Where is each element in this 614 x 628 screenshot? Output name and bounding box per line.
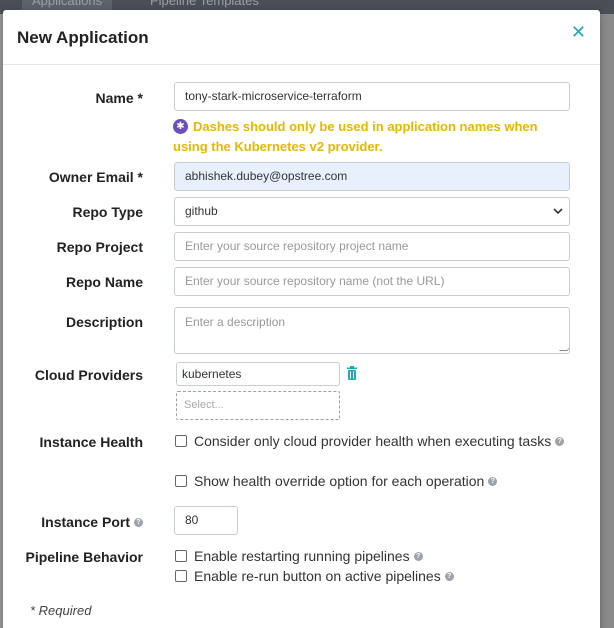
- restart-pipelines-checkbox[interactable]: [175, 550, 187, 562]
- name-warning: Dashes should only be used in applicatio…: [173, 117, 573, 157]
- health-cloud-provider-checkbox[interactable]: [175, 435, 187, 447]
- backdrop-right: [600, 14, 614, 628]
- health-override-option: Show health override option for each ope…: [194, 473, 498, 489]
- description-label: Description: [65, 314, 143, 330]
- description-placeholder: Enter a description: [185, 315, 286, 329]
- cloud-providers-label: Cloud Providers: [34, 367, 143, 383]
- health-cloud-provider-label: Consider only cloud provider health when…: [194, 433, 552, 449]
- cloud-provider-kubernetes[interactable]: kubernetes: [176, 362, 340, 386]
- chevron-down-icon: [553, 208, 563, 215]
- restart-pipelines-option: Enable restarting running pipelines?: [194, 548, 423, 564]
- instance-port-input[interactable]: 80: [174, 506, 238, 535]
- description-textarea[interactable]: Enter a description: [174, 307, 570, 354]
- restart-pipelines-label: Enable restarting running pipelines: [194, 548, 410, 564]
- instance-port-label: Instance Port?: [3, 514, 143, 530]
- tab-applications: Applications: [22, 0, 113, 10]
- rerun-button-checkbox[interactable]: [175, 570, 187, 582]
- health-override-checkbox[interactable]: [175, 475, 187, 487]
- pipeline-behavior-label: Pipeline Behavior: [25, 549, 143, 565]
- health-override-label: Show health override option for each ope…: [194, 473, 485, 489]
- instance-port-label-text: Instance Port: [41, 514, 130, 530]
- trash-icon[interactable]: [346, 366, 358, 380]
- new-application-modal: New Application ✕ Name * tony-stark-micr…: [3, 10, 600, 628]
- repo-project-input[interactable]: Enter your source repository project nam…: [174, 232, 570, 261]
- health-cloud-provider-option: Consider only cloud provider health when…: [194, 433, 565, 449]
- resize-handle-icon[interactable]: [559, 343, 569, 351]
- owner-email-input[interactable]: abhishek.dubey@opstree.com: [174, 162, 570, 191]
- kubernetes-icon: [173, 119, 188, 134]
- owner-email-label: Owner Email *: [48, 169, 143, 185]
- help-icon[interactable]: ?: [555, 436, 565, 446]
- tab-pipeline-templates: Pipeline Templates: [150, 0, 259, 8]
- instance-health-label: Instance Health: [39, 434, 143, 450]
- repo-type-label: Repo Type: [72, 204, 143, 220]
- help-icon[interactable]: ?: [134, 517, 143, 527]
- cloud-provider-select[interactable]: Select...: [176, 391, 340, 420]
- rerun-button-label: Enable re-run button on active pipelines: [194, 568, 441, 584]
- modal-header: New Application ✕: [3, 10, 600, 65]
- repo-type-value: github: [185, 204, 218, 218]
- help-icon[interactable]: ?: [413, 551, 423, 561]
- close-icon[interactable]: ✕: [571, 23, 586, 41]
- help-icon[interactable]: ?: [444, 571, 454, 581]
- name-input[interactable]: tony-stark-microservice-terraform: [174, 82, 570, 111]
- repo-name-label: Repo Name: [65, 274, 143, 290]
- repo-type-select[interactable]: github: [174, 197, 570, 226]
- modal-title: New Application: [17, 28, 149, 47]
- repo-project-label: Repo Project: [56, 239, 143, 255]
- name-warning-text: Dashes should only be used in applicatio…: [173, 119, 538, 154]
- help-icon[interactable]: ?: [488, 476, 498, 486]
- name-label: Name *: [95, 90, 143, 106]
- required-note: * Required: [30, 603, 92, 618]
- rerun-button-option: Enable re-run button on active pipelines…: [194, 568, 454, 584]
- repo-name-input[interactable]: Enter your source repository name (not t…: [174, 267, 570, 296]
